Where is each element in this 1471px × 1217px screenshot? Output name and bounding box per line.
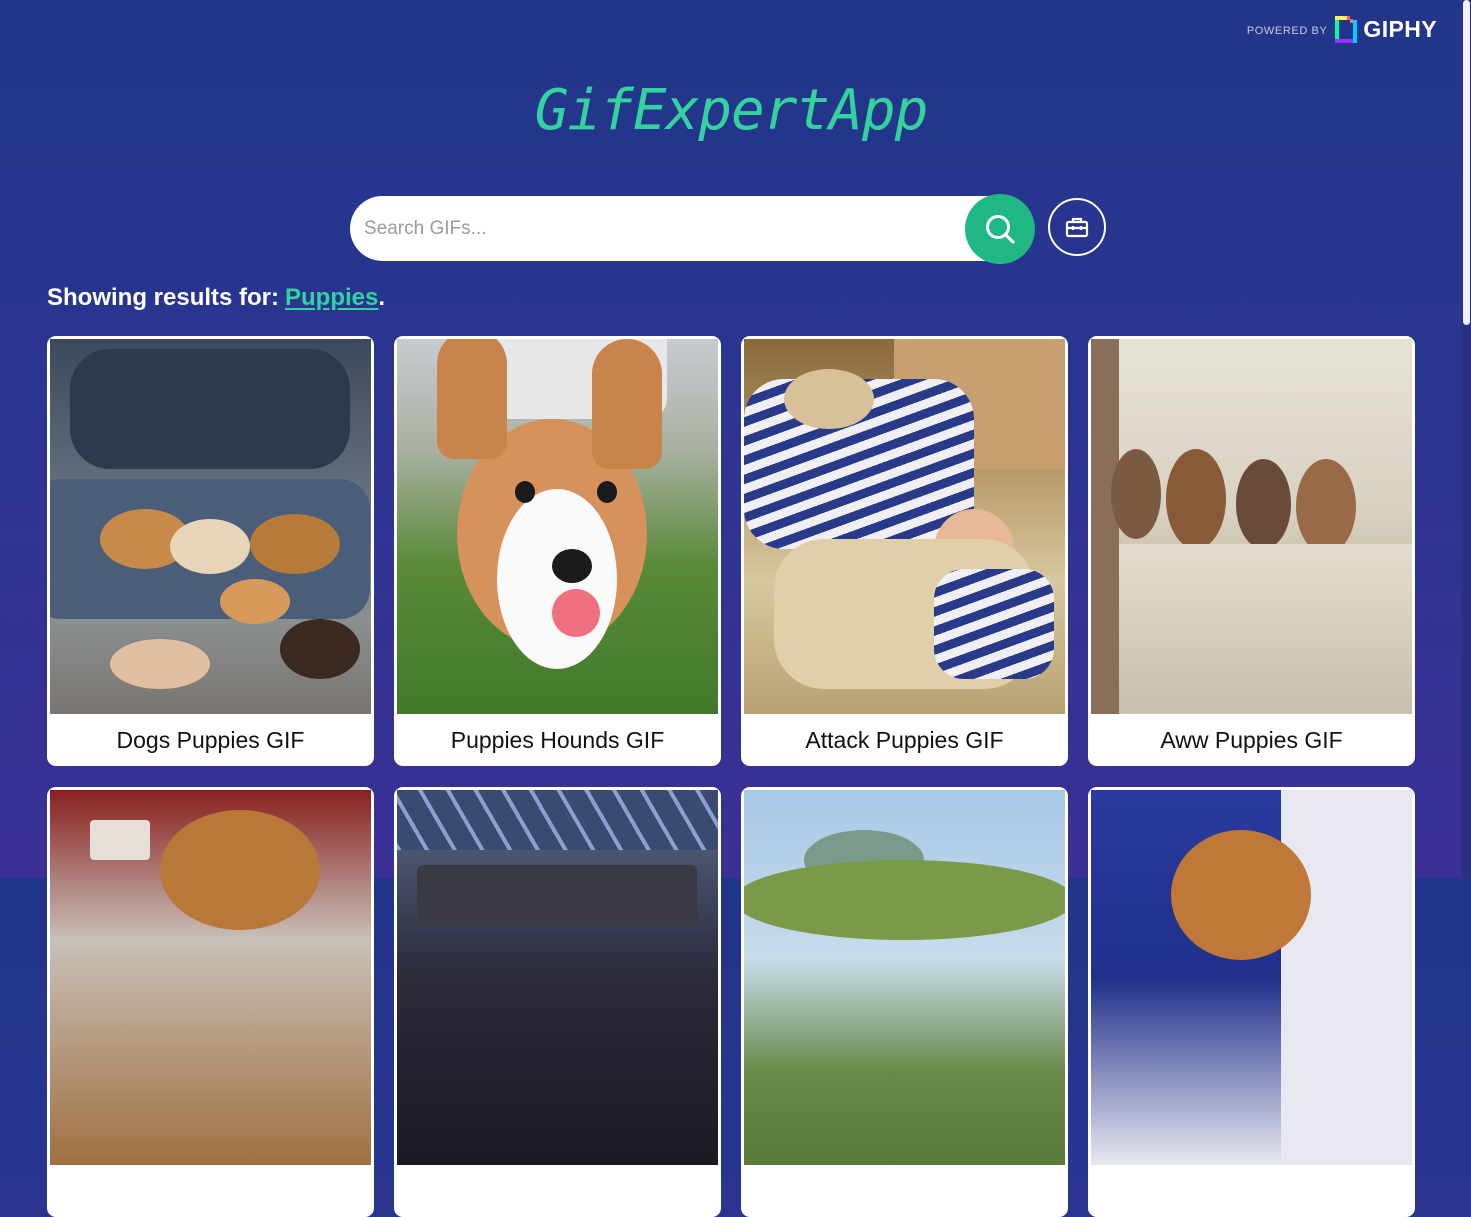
gif-title [744,1165,1065,1217]
toolbox-button[interactable] [1048,198,1106,256]
gif-title [50,1165,371,1217]
page-scrollbar[interactable] [1462,0,1471,878]
gif-image[interactable] [50,790,371,1165]
gif-card[interactable]: Aww Puppies GIF [1088,336,1415,766]
gif-card[interactable]: Puppies Hounds GIF [394,336,721,766]
results-suffix: . [378,284,386,311]
results-query-link[interactable]: Puppies [285,284,378,311]
gif-title [397,1165,718,1217]
gif-title: Attack Puppies GIF [805,726,1004,753]
search-bar [350,196,1034,261]
results-heading: Showing results for: Puppies. [47,284,385,312]
powered-by-giphy[interactable]: POWERED BY GIPHY [1247,16,1437,43]
gif-title: Dogs Puppies GIF [116,726,305,753]
gif-title [1091,1165,1412,1217]
app-title: GifExpertApp [534,78,929,143]
gif-card[interactable]: Dogs Puppies GIF [47,336,374,766]
gif-card[interactable]: Attack Puppies GIF [741,336,1068,766]
scrollbar-thumb[interactable] [1463,0,1470,325]
toolbox-icon [1065,217,1089,238]
giphy-logo: GIPHY [1335,16,1437,43]
search-button[interactable] [965,194,1035,264]
gif-title: Puppies Hounds GIF [450,726,665,753]
search-input[interactable] [364,196,954,261]
results-prefix: Showing results for: [47,284,280,311]
gif-card[interactable] [1088,787,1415,1217]
giphy-mark-icon [1335,16,1358,43]
gif-image[interactable] [397,790,718,1165]
gif-image[interactable] [1091,339,1412,714]
gif-image[interactable] [744,339,1065,714]
gif-image[interactable] [397,339,718,714]
gif-image[interactable] [50,339,371,714]
gif-title: Aww Puppies GIF [1160,726,1343,753]
gif-card[interactable] [741,787,1068,1217]
gif-grid: Dogs Puppies GIF Puppies Hounds GIF Atta… [47,336,1415,1217]
gif-card[interactable] [394,787,721,1217]
gif-image[interactable] [1091,790,1412,1165]
gif-card[interactable] [47,787,374,1217]
search-icon [986,215,1015,244]
giphy-wordmark: GIPHY [1363,16,1437,42]
powered-by-label: POWERED BY [1246,24,1328,37]
gif-image[interactable] [744,790,1065,1165]
